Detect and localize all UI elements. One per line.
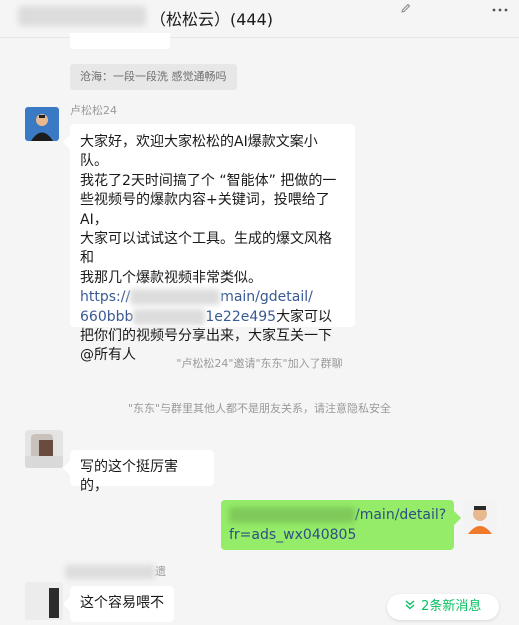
message-text-line: 些视频号的爆款内容+关键词，投喂给了	[80, 192, 330, 209]
avatar[interactable]	[25, 430, 63, 468]
my-avatar[interactable]	[463, 500, 497, 534]
link-line: 660bbb 1e22e495大家可以	[80, 308, 345, 327]
link-text[interactable]: main/gdetail/	[220, 289, 313, 305]
sender-name-tail: 遗	[155, 565, 166, 578]
blurred-url	[133, 308, 206, 325]
link-line: /main/detail?	[229, 505, 446, 525]
blurred-sender-name	[65, 565, 155, 579]
more-dots-icon[interactable]	[492, 2, 508, 16]
sender-name-blurred: 遗	[65, 563, 171, 579]
my-message-bubble[interactable]: /main/detail? fr=ads_wx040805	[221, 500, 454, 550]
message-text-line: 把你们的视频号分享出来，大家互关一下	[80, 328, 332, 345]
message-bubble[interactable]: 大家好，欢迎大家松松的AI爆款文案小队。 我花了2天时间搞了个 “智能体” 把做…	[70, 124, 355, 363]
message-text-line: 我那几个爆款视频非常类似。	[80, 269, 262, 286]
quoted-message[interactable]: 沧海：一段一段洗 感觉通畅吗	[70, 64, 237, 90]
link-text[interactable]: fr=ads_wx040805	[229, 525, 446, 545]
blurred-group-name	[18, 6, 146, 26]
message-text-line: 大家可以试试这个工具。生成的爆文风格和	[80, 231, 332, 267]
blurred-url	[130, 289, 221, 306]
pencil-icon[interactable]	[400, 2, 412, 17]
link-line: https:// main/gdetail/	[80, 288, 345, 307]
double-chevron-down-icon	[405, 600, 419, 613]
avatar[interactable]	[25, 582, 63, 620]
new-messages-button[interactable]: 2条新消息	[387, 594, 499, 620]
link-text[interactable]: https://	[80, 289, 130, 305]
system-notice-invite: "卢松松24"邀请"东东"加入了群聊	[176, 357, 343, 370]
message-text-line: 我花了2天时间搞了个 “智能体” 把做的一	[80, 172, 337, 189]
blurred-url	[229, 507, 355, 523]
sender-name: 卢松松24	[70, 104, 117, 117]
system-notice-privacy: "东东"与群里其他人都不是朋友关系，请注意隐私安全	[127, 402, 392, 415]
link-text[interactable]: /main/detail?	[355, 507, 446, 523]
message-text-line: 大家好，欢迎大家松松的AI爆款文案小队。	[80, 134, 318, 170]
link-text[interactable]: 660bbb	[80, 309, 133, 325]
new-messages-label: 2条新消息	[421, 599, 482, 614]
message-text-line: AI，	[80, 211, 108, 228]
message-text: 这个容易喂不	[80, 595, 164, 611]
message-text: 写的这个挺厉害的，	[80, 459, 178, 495]
message-bubble[interactable]: 这个容易喂不	[70, 586, 174, 622]
chat-title: （松松云）(444)	[150, 10, 274, 29]
link-text[interactable]: 1e22e495	[205, 309, 276, 325]
message-text: 大家可以	[276, 308, 333, 325]
avatar[interactable]	[25, 107, 59, 141]
message-bubble[interactable]: 写的这个挺厉害的，	[70, 450, 214, 494]
previous-message-bubble[interactable]	[70, 33, 170, 49]
